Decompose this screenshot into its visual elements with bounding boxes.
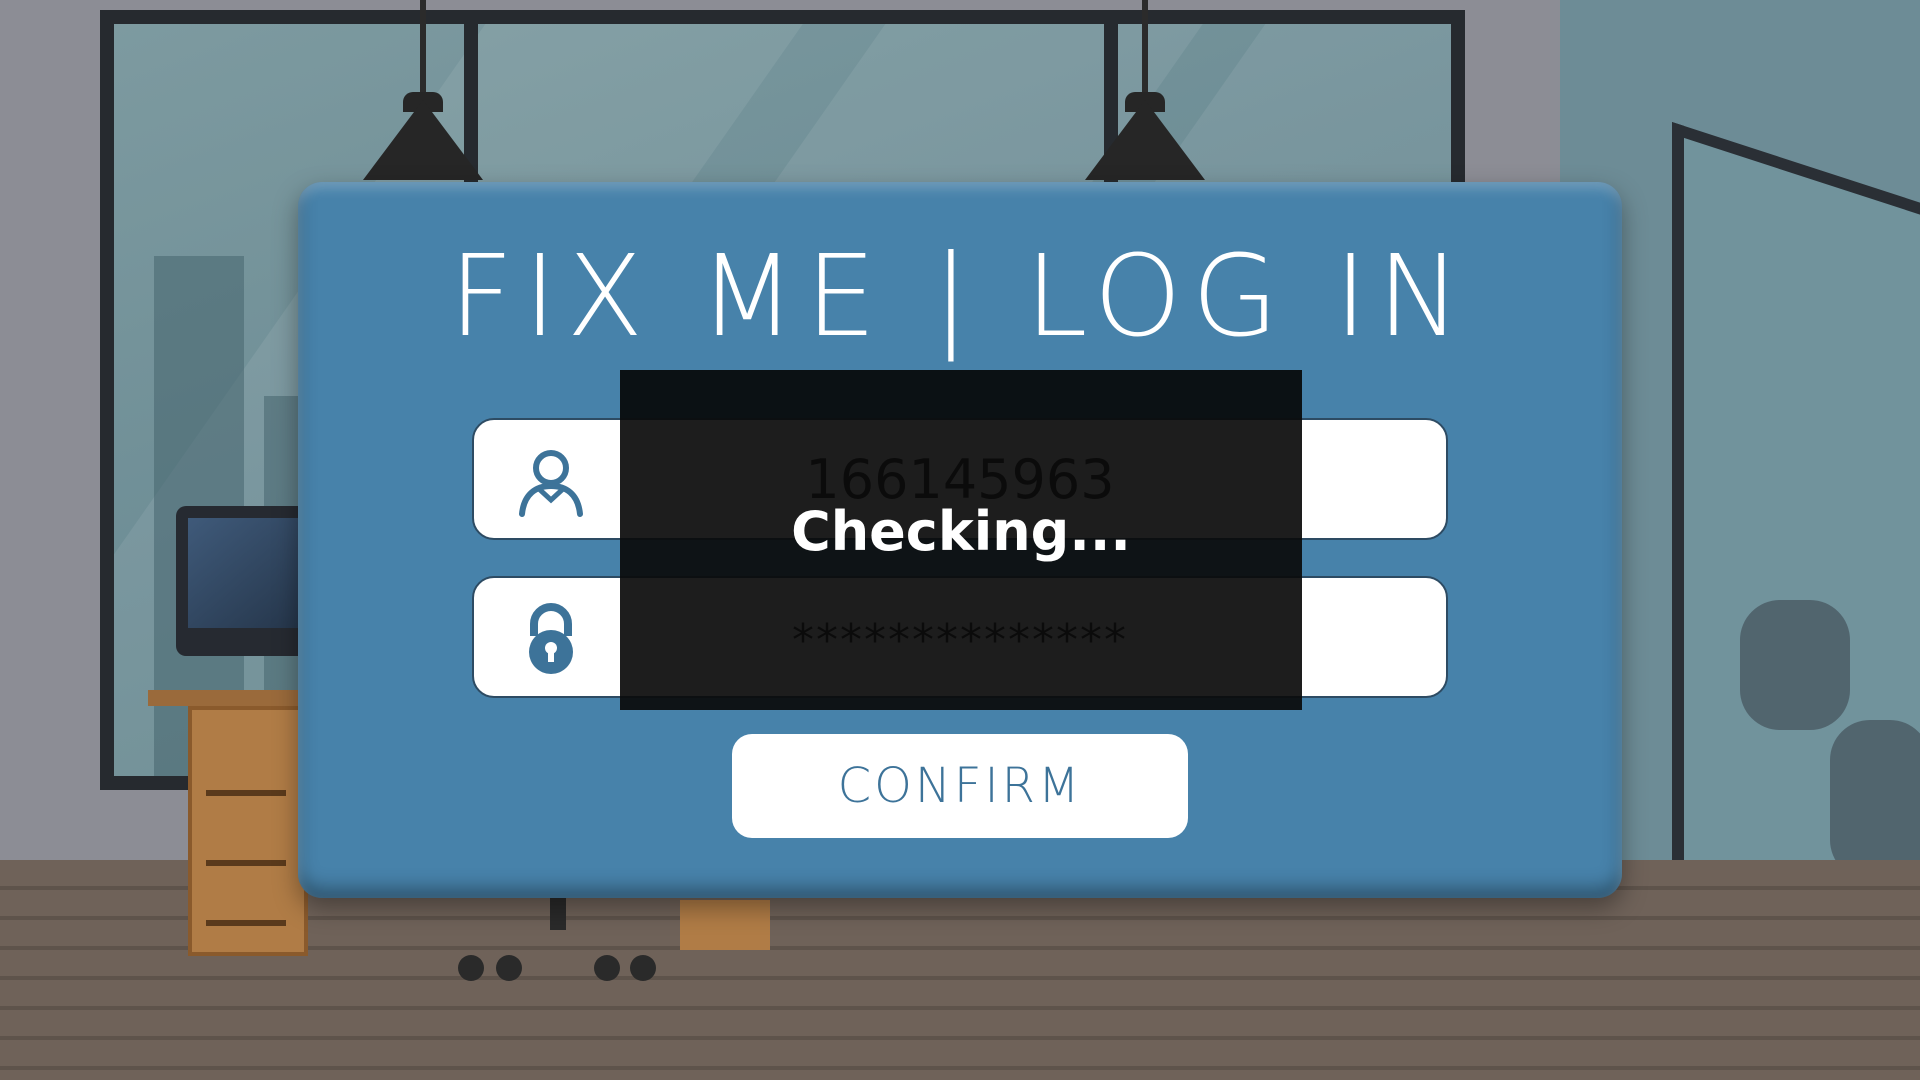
checking-label: Checking... <box>791 500 1131 563</box>
ceiling-lamp <box>363 100 483 180</box>
confirm-button[interactable]: CONFIRM <box>732 734 1188 838</box>
ceiling-lamp <box>1085 100 1205 180</box>
desk-drawer <box>188 706 308 956</box>
overlay-header <box>620 370 1302 418</box>
checking-overlay: Checking... <box>620 370 1302 710</box>
desk-drawer <box>680 900 770 950</box>
login-title: FIX ME | LOG IN <box>449 232 1471 362</box>
